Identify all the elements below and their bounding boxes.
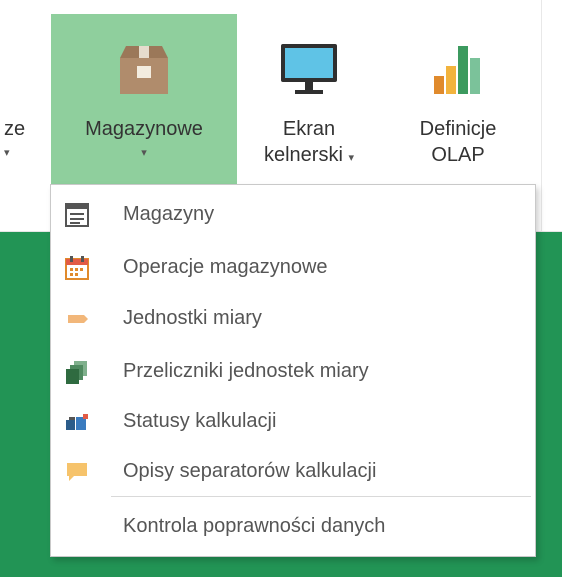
- warehouse-list-icon: [65, 203, 89, 227]
- monitor-icon: [281, 44, 337, 94]
- menu-item-przeliczniki-jednostek-miary[interactable]: Przeliczniki jednostek miary: [51, 346, 535, 396]
- menu-item-label: Operacje magazynowe: [123, 256, 328, 278]
- menu-item-label: Jednostki miary: [123, 307, 262, 329]
- menu-item-statusy-kalkulacji[interactable]: Statusy kalkulacji: [51, 396, 535, 446]
- magazynowe-dropdown-menu: Magazyny Operacje magazynowe Jednostki m…: [50, 184, 536, 557]
- menu-item-label: Kontrola poprawności danych: [123, 515, 386, 537]
- ribbon-button-partial[interactable]: ze ▾: [0, 14, 42, 190]
- definicje-olap-button[interactable]: Definicje OLAP: [392, 14, 524, 190]
- package-box-icon: [120, 46, 168, 94]
- bar-chart-icon: [434, 46, 480, 94]
- ribbon-divider: [541, 0, 542, 232]
- status-blocks-icon: [66, 414, 88, 430]
- menu-item-jednostki-miary[interactable]: Jednostki miary: [51, 293, 535, 343]
- calendar-icon: [65, 256, 89, 280]
- tag-icon: [68, 315, 88, 323]
- definicje-label-line1: Definicje: [419, 118, 497, 140]
- menu-item-label: Statusy kalkulacji: [123, 410, 277, 432]
- ekran-label-line1: Ekran: [282, 118, 336, 140]
- menu-item-operacje-magazynowe[interactable]: Operacje magazynowe: [51, 242, 535, 292]
- menu-item-magazyny[interactable]: Magazyny: [51, 189, 535, 239]
- magazynowe-label: Magazynowe: [85, 118, 203, 140]
- ekran-label-line2: kelnerski: [263, 144, 343, 166]
- menu-separator: [111, 496, 531, 497]
- magazynowe-button[interactable]: Magazynowe ▾: [51, 14, 237, 190]
- partial-button-label: ze: [4, 118, 26, 140]
- chevron-down-icon: ▾: [4, 147, 10, 159]
- menu-item-label: Magazyny: [123, 203, 215, 225]
- menu-item-label: Opisy separatorów kalkulacji: [123, 460, 377, 482]
- ekran-kelnerski-button[interactable]: Ekran kelnerski ▾: [248, 14, 370, 190]
- definicje-label-line2: OLAP: [431, 144, 485, 166]
- chevron-down-icon: ▾: [141, 147, 147, 159]
- menu-item-opisy-separatorow-kalkulacji[interactable]: Opisy separatorów kalkulacji: [51, 446, 535, 496]
- menu-item-kontrola-poprawnosci-danych[interactable]: Kontrola poprawności danych: [51, 501, 535, 551]
- copy-stack-icon: [66, 361, 87, 384]
- chevron-down-icon: ▾: [348, 152, 354, 164]
- speech-bubble-icon: [67, 463, 87, 481]
- menu-item-label: Przeliczniki jednostek miary: [123, 360, 369, 382]
